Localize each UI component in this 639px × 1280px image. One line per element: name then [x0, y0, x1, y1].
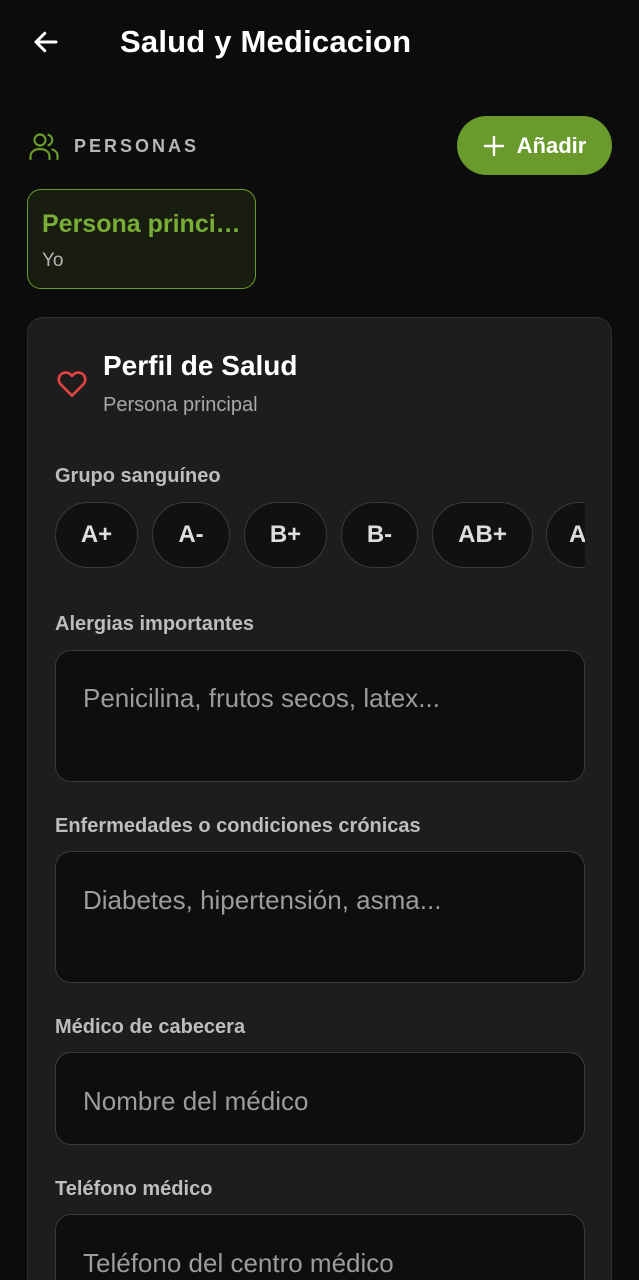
- allergies-input[interactable]: Penicilina, frutos secos, latex...: [55, 650, 585, 782]
- card-title: Perfil de Salud: [103, 350, 298, 381]
- phone-label: Teléfono médico: [55, 1178, 213, 1200]
- blood-option-a-pos[interactable]: A+: [55, 502, 138, 568]
- blood-option-b-neg[interactable]: B-: [341, 502, 418, 568]
- back-button[interactable]: [22, 20, 70, 64]
- add-person-label: Añadir: [516, 132, 587, 158]
- persons-section-label: PERSONAS: [74, 135, 200, 156]
- card-subtitle: Persona principal: [103, 394, 258, 416]
- page-title: Salud y Medicacion: [120, 24, 412, 59]
- doctor-input[interactable]: Nombre del médico: [55, 1052, 585, 1145]
- health-profile-card: Perfil de Salud Persona principal Grupo …: [27, 317, 612, 1280]
- doctor-placeholder: Nombre del médico: [83, 1086, 309, 1116]
- person-name: Persona princi…: [42, 210, 241, 238]
- conditions-label: Enfermedades o condiciones crónicas: [55, 815, 421, 837]
- heart-icon: [57, 371, 87, 397]
- phone-placeholder: Teléfono del centro médico: [83, 1248, 394, 1278]
- conditions-input[interactable]: Diabetes, hipertensión, asma...: [55, 851, 585, 983]
- plus-icon: [483, 135, 504, 156]
- arrow-left-icon: [34, 31, 58, 53]
- blood-option-ab-neg[interactable]: AB-: [546, 502, 585, 568]
- blood-option-b-pos[interactable]: B+: [244, 502, 327, 568]
- person-chip-selected[interactable]: Persona princi… Yo: [27, 189, 256, 289]
- top-bar: Salud y Medicacion: [0, 0, 639, 88]
- app-screen: Salud y Medicacion PERSONAS Añadir Perso…: [0, 0, 639, 1280]
- person-relation: Yo: [42, 250, 64, 271]
- allergies-placeholder: Penicilina, frutos secos, latex...: [83, 683, 440, 713]
- allergies-label: Alergias importantes: [55, 613, 254, 635]
- persons-section-header: PERSONAS: [28, 128, 199, 164]
- people-icon: [29, 133, 59, 161]
- phone-input[interactable]: Teléfono del centro médico: [55, 1214, 585, 1280]
- add-person-button[interactable]: Añadir: [457, 116, 612, 175]
- doctor-label: Médico de cabecera: [55, 1016, 246, 1038]
- blood-group-label: Grupo sanguíneo: [55, 465, 221, 487]
- blood-option-a-neg[interactable]: A-: [152, 502, 230, 568]
- blood-option-ab-pos[interactable]: AB+: [432, 502, 533, 568]
- blood-group-selector: A+ A- B+ B- AB+ AB-: [55, 502, 585, 568]
- conditions-placeholder: Diabetes, hipertensión, asma...: [83, 885, 442, 915]
